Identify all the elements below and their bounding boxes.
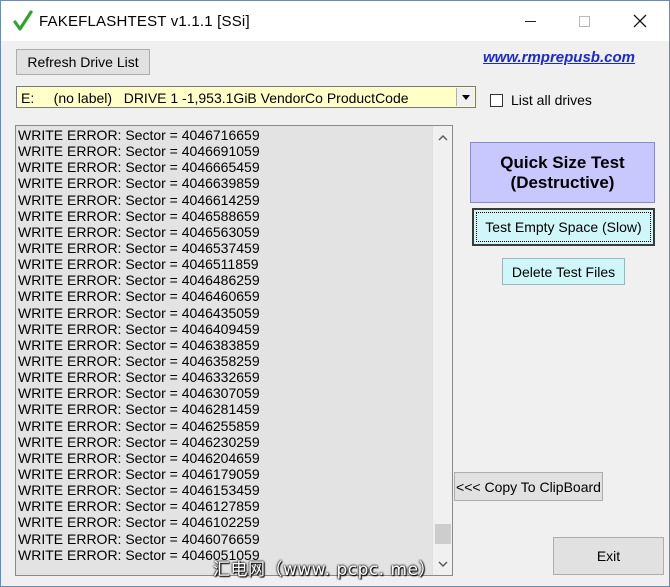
rmprepusb-link[interactable]: www.rmprepusb.com [483,49,635,66]
log-line: WRITE ERROR: Sector = 4046383859 [18,336,260,353]
test-empty-space-label: Test Empty Space (Slow) [485,219,642,235]
scroll-up-button[interactable] [433,128,452,146]
log-line: WRITE ERROR: Sector = 4046230259 [18,433,260,450]
log-line: WRITE ERROR: Sector = 4046639859 [18,175,260,192]
log-line: WRITE ERROR: Sector = 4046537459 [18,239,260,256]
watermark-text: 汇电网（www. pcpc. me） [213,560,437,580]
chevron-up-icon [438,134,448,140]
log-line: WRITE ERROR: Sector = 4046102259 [18,514,260,531]
close-button[interactable] [617,1,663,41]
log-line: WRITE ERROR: Sector = 4046511859 [18,256,259,273]
quick-size-test-sublabel: (Destructive) [510,172,615,192]
log-line: WRITE ERROR: Sector = 4046076659 [18,530,260,547]
chevron-down-icon [461,94,470,100]
maximize-icon [578,15,590,27]
dropdown-button[interactable] [456,88,474,106]
close-icon [633,14,647,28]
refresh-drive-list-button[interactable]: Refresh Drive List [16,49,150,75]
delete-test-files-button[interactable]: Delete Test Files [502,258,625,285]
title-bar[interactable]: FAKEFLASHTEST v1.1.1 [SSi] [1,1,669,41]
log-line: WRITE ERROR: Sector = 4046409459 [18,320,260,337]
log-line: WRITE ERROR: Sector = 4046332659 [18,369,260,386]
log-line: WRITE ERROR: Sector = 4046691059 [18,143,260,160]
drive-select-value: E: (no label) DRIVE 1 -1,953.1GiB Vendor… [21,90,409,106]
maximize-button[interactable] [561,1,607,41]
client-area: Refresh Drive List www.rmprepusb.com E: … [1,41,669,586]
log-line: WRITE ERROR: Sector = 4046179059 [18,465,260,482]
log-line: WRITE ERROR: Sector = 4046307059 [18,385,260,402]
quick-size-test-button[interactable]: Quick Size Test (Destructive) [470,142,655,203]
log-line: WRITE ERROR: Sector = 4046255859 [18,417,260,434]
log-line: WRITE ERROR: Sector = 4046358259 [18,352,260,369]
log-line: WRITE ERROR: Sector = 4046204659 [18,449,260,466]
copy-to-clipboard-button[interactable]: <<< Copy To ClipBoard [454,472,603,501]
log-line: WRITE ERROR: Sector = 4046665459 [18,159,260,176]
log-line: WRITE ERROR: Sector = 4046486259 [18,272,260,289]
list-all-drives-option[interactable]: List all drives [490,92,592,108]
window-title: FAKEFLASHTEST v1.1.1 [SSi] [39,13,250,30]
exit-button[interactable]: Exit [553,537,664,575]
minimize-button[interactable] [507,1,553,41]
minimize-icon [524,20,536,22]
log-line: WRITE ERROR: Sector = 4046127859 [18,498,260,515]
exit-label: Exit [596,548,621,564]
chevron-down-icon [438,561,448,567]
copy-to-clipboard-label: <<< Copy To ClipBoard [456,478,601,495]
log-line: WRITE ERROR: Sector = 4046281459 [18,401,260,418]
checkmark-icon [13,10,33,32]
quick-size-test-label: Quick Size Test [500,152,625,172]
log-lines: WRITE ERROR: Sector = 4046716659 WRITE ER… [18,127,430,563]
test-empty-space-button[interactable]: Test Empty Space (Slow) [472,208,655,246]
log-line: WRITE ERROR: Sector = 4046588659 [18,207,260,224]
log-line: WRITE ERROR: Sector = 4046614259 [18,191,260,208]
refresh-drive-list-label: Refresh Drive List [27,54,139,70]
delete-test-files-label: Delete Test Files [511,263,616,280]
list-all-drives-checkbox[interactable] [490,93,503,107]
log-line: WRITE ERROR: Sector = 4046716659 [18,127,260,143]
log-line: WRITE ERROR: Sector = 4046435059 [18,304,260,321]
log-line: WRITE ERROR: Sector = 4046153459 [18,482,260,499]
log-listbox[interactable]: WRITE ERROR: Sector = 4046716659 WRITE ER… [15,125,453,576]
drive-select[interactable]: E: (no label) DRIVE 1 -1,953.1GiB Vendor… [16,86,476,108]
vertical-scrollbar[interactable] [432,126,452,575]
scroll-thumb[interactable] [435,524,451,544]
log-line: WRITE ERROR: Sector = 4046563059 [18,223,260,240]
app-window: FAKEFLASHTEST v1.1.1 [SSi] Refresh Drive… [0,0,670,587]
list-all-drives-label: List all drives [511,92,592,108]
log-line: WRITE ERROR: Sector = 4046460659 [18,288,260,305]
